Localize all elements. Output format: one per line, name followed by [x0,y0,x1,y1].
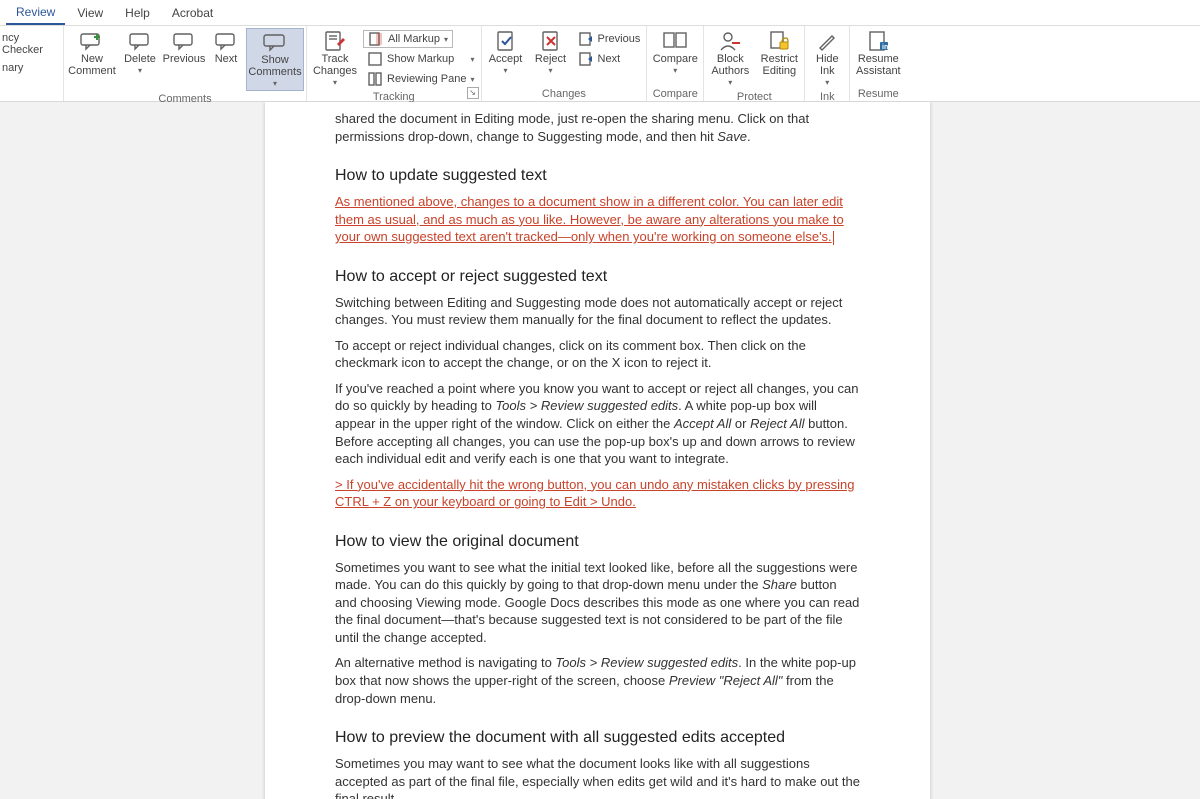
group-accessibility-partial: ncy Checker nary [0,26,64,101]
markup-icon [368,31,384,47]
body-text[interactable]: If you've reached a point where you know… [335,380,860,468]
compare-icon [661,30,689,52]
svg-text:in: in [882,44,888,51]
new-comment-button[interactable]: New Comment [66,28,118,79]
group-protect: Block Authors ▾ Restrict Editing Protect [704,26,805,101]
body-text[interactable]: shared the document in Editing mode, jus… [335,110,860,145]
restrict-editing-button[interactable]: Restrict Editing [756,28,802,79]
track-changes-button[interactable]: Track Changes ▾ [309,28,361,89]
document-page[interactable]: shared the document in Editing mode, jus… [265,102,930,799]
next-change-button[interactable]: Next [574,50,645,68]
heading[interactable]: How to view the original document [335,533,860,551]
resume-assistant-button[interactable]: in Resume Assistant [852,28,904,79]
tracking-launcher[interactable]: ↘ [467,87,479,99]
partial-label-2: nary [2,62,23,74]
tab-help[interactable]: Help [115,2,160,24]
chevron-down-icon: ▾ [333,78,337,87]
group-changes: Accept ▾ Reject ▾ Previous Next [482,26,648,101]
body-text[interactable]: Sometimes you may want to see what the d… [335,755,860,799]
accept-button[interactable]: Accept ▾ [484,28,528,77]
chevron-down-icon: ▾ [825,78,829,87]
delete-comment-button[interactable]: Delete ▾ [120,28,160,77]
tracked-insert[interactable]: As mentioned above, changes to a documen… [335,193,860,246]
chevron-down-icon: ▾ [673,66,677,75]
comment-next-icon [212,30,240,52]
group-label-resume: Resume [852,86,904,101]
body-text[interactable]: An alternative method is navigating to T… [335,654,860,707]
body-text[interactable]: Switching between Editing and Suggesting… [335,294,860,329]
next-change-icon [578,51,594,67]
group-resume: in Resume Assistant Resume [850,26,906,101]
menu-bar: Review View Help Acrobat [0,0,1200,26]
group-label-compare: Compare [649,86,701,101]
reviewing-pane-icon [367,71,383,87]
group-label-partial [2,86,61,101]
group-ink: Hide Ink ▾ Ink [805,26,850,101]
chevron-down-icon: ▾ [549,66,553,75]
tab-view[interactable]: View [67,2,113,24]
show-markup-icon [367,51,383,67]
previous-comment-button[interactable]: Previous [162,28,206,67]
chevron-down-icon: ▾ [138,66,142,75]
tracked-insert[interactable]: > If you've accidentally hit the wrong b… [335,476,860,511]
body-text[interactable]: To accept or reject individual changes, … [335,337,860,372]
body-text[interactable]: Sometimes you want to see what the initi… [335,559,860,647]
block-authors-icon [716,30,744,52]
reject-icon [537,30,565,52]
show-comments-button[interactable]: Show Comments ▾ [246,28,304,91]
chevron-down-icon: ▾ [471,75,475,84]
comment-new-icon [78,30,106,52]
ribbon: ncy Checker nary New Comment Delete ▾ [0,26,1200,102]
group-label-changes: Changes [484,86,645,101]
pen-icon [813,30,841,52]
previous-change-button[interactable]: Previous [574,30,645,48]
document-area[interactable]: shared the document in Editing mode, jus… [0,102,1200,799]
chevron-down-icon: ▾ [728,78,732,87]
text-cursor [833,231,834,245]
prev-change-icon [578,31,594,47]
chevron-down-icon: ▾ [471,55,475,64]
heading[interactable]: How to accept or reject suggested text [335,268,860,286]
track-changes-icon [321,30,349,52]
hide-ink-button[interactable]: Hide Ink ▾ [807,28,847,89]
chevron-down-icon: ▾ [273,79,277,88]
tab-review[interactable]: Review [6,1,65,25]
block-authors-button[interactable]: Block Authors ▾ [706,28,754,89]
chevron-down-icon: ▾ [444,35,448,44]
partial-label-1: ncy Checker [2,32,61,56]
chevron-down-icon: ▾ [504,66,508,75]
heading[interactable]: How to update suggested text [335,167,860,185]
heading[interactable]: How to preview the document with all sug… [335,729,860,747]
group-tracking: Track Changes ▾ All Markup ▾ Show Markup… [307,26,482,101]
reviewing-pane-button[interactable]: Reviewing Pane ▾ [363,70,479,88]
comment-show-icon [261,31,289,53]
linkedin-icon: in [864,30,892,52]
lock-icon [765,30,793,52]
group-compare: Compare ▾ Compare [647,26,704,101]
display-for-review-combo[interactable]: All Markup ▾ [363,30,453,48]
accept-icon [492,30,520,52]
show-markup-button[interactable]: Show Markup ▾ [363,50,479,68]
reject-button[interactable]: Reject ▾ [530,28,572,77]
next-comment-button[interactable]: Next [208,28,244,67]
compare-button[interactable]: Compare ▾ [649,28,701,77]
comment-delete-icon [126,30,154,52]
comment-prev-icon [170,30,198,52]
group-comments: New Comment Delete ▾ Previous Next [64,26,307,101]
tab-acrobat[interactable]: Acrobat [162,2,223,24]
